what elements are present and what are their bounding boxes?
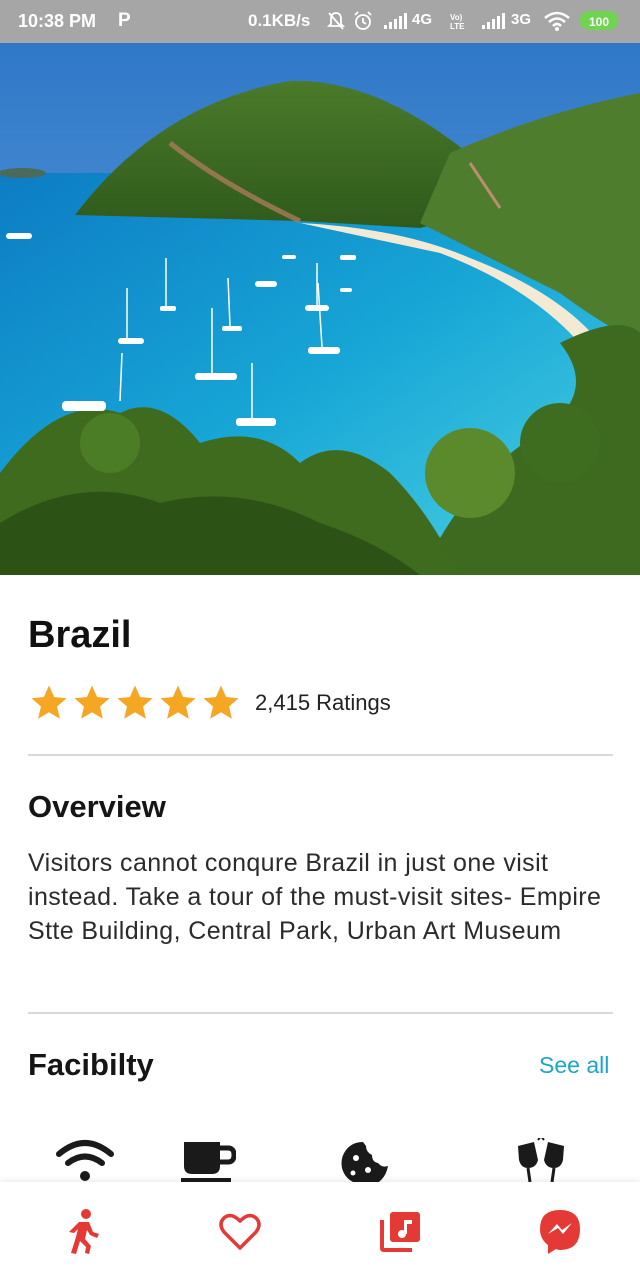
wifi-status-icon [544, 11, 570, 31]
divider [28, 1012, 613, 1014]
star-icon [74, 685, 110, 719]
parking-icon: P [118, 10, 131, 31]
divider [28, 754, 613, 756]
heart-icon[interactable] [216, 1208, 264, 1256]
mute-icon [327, 12, 345, 30]
walking-person-icon[interactable] [59, 1208, 107, 1256]
signal-bars-icon-2 [482, 13, 505, 29]
ratings-count: 2,415 Ratings [255, 690, 391, 715]
volte-icon: Vo)LTE [450, 13, 465, 31]
overview-title: Overview [28, 789, 166, 824]
star-icon [160, 685, 196, 719]
hero-image [0, 43, 640, 575]
svg-text:Vo): Vo) [450, 13, 463, 22]
star-icon [203, 685, 239, 719]
signal-bars-icon [384, 13, 407, 29]
tropical-bay-photo [0, 43, 640, 575]
place-title: Brazil [28, 614, 132, 656]
wifi-icon[interactable] [56, 1138, 114, 1184]
facility-title: Facibilty [28, 1047, 154, 1082]
cookie-icon[interactable] [336, 1138, 394, 1184]
status-bar: 10:38 PM P 0.1KB/s 4G Vo) LTE 3G 100 [0, 0, 640, 43]
see-all-link[interactable]: See all [539, 1052, 609, 1079]
coffee-cup-icon[interactable] [178, 1138, 236, 1184]
star-icon [31, 685, 67, 719]
signal-4g: 4G [412, 11, 433, 28]
messenger-icon[interactable] [536, 1208, 584, 1256]
toast-glasses-icon[interactable] [512, 1138, 570, 1184]
alarm-icon [354, 11, 372, 30]
overview-text: Visitors cannot conqure Brazil in just o… [28, 849, 602, 945]
network-speed: 0.1KB/s [248, 11, 311, 30]
bottom-nav [0, 1182, 640, 1280]
music-library-icon[interactable] [376, 1208, 424, 1256]
rating-row: 2,415 Ratings [28, 682, 391, 724]
svg-text:LTE: LTE [450, 22, 465, 31]
battery-indicator: 100 [580, 11, 618, 30]
signal-3g: 3G [511, 11, 532, 28]
status-time: 10:38 PM [18, 11, 97, 31]
star-icon [117, 685, 153, 719]
